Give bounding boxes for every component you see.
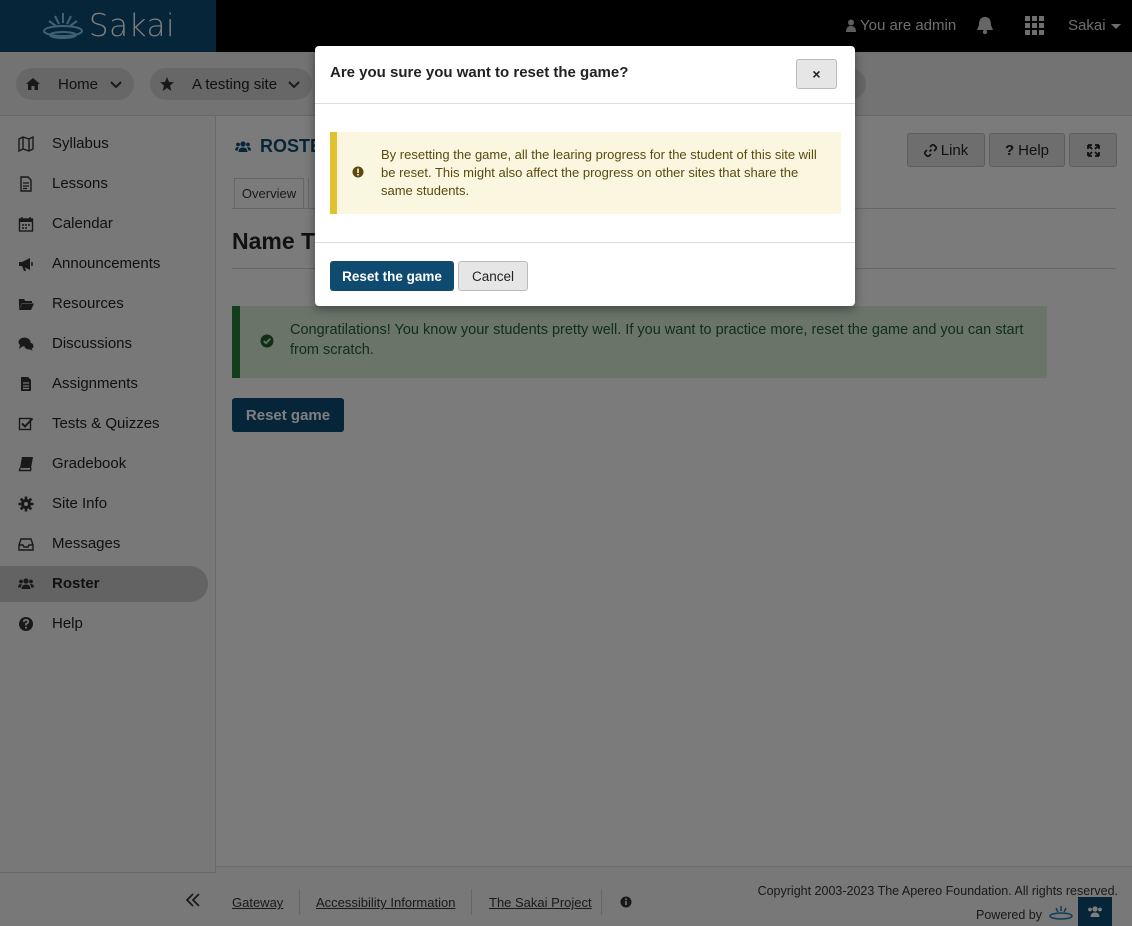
reset-game-dialog: Are you sure you want to reset the game?…: [315, 46, 855, 306]
warning-alert: By resetting the game, all the learing p…: [330, 132, 841, 214]
close-icon: ×: [812, 66, 821, 82]
dialog-title: Are you sure you want to reset the game?: [330, 64, 629, 81]
dialog-divider: [315, 242, 855, 243]
close-button[interactable]: ×: [796, 59, 837, 89]
dialog-divider: [315, 103, 855, 104]
cancel-button[interactable]: Cancel: [458, 261, 528, 291]
warning-message: By resetting the game, all the learing p…: [381, 147, 817, 198]
exclamation-circle-icon: [352, 166, 364, 178]
confirm-reset-button[interactable]: Reset the game: [330, 261, 454, 291]
